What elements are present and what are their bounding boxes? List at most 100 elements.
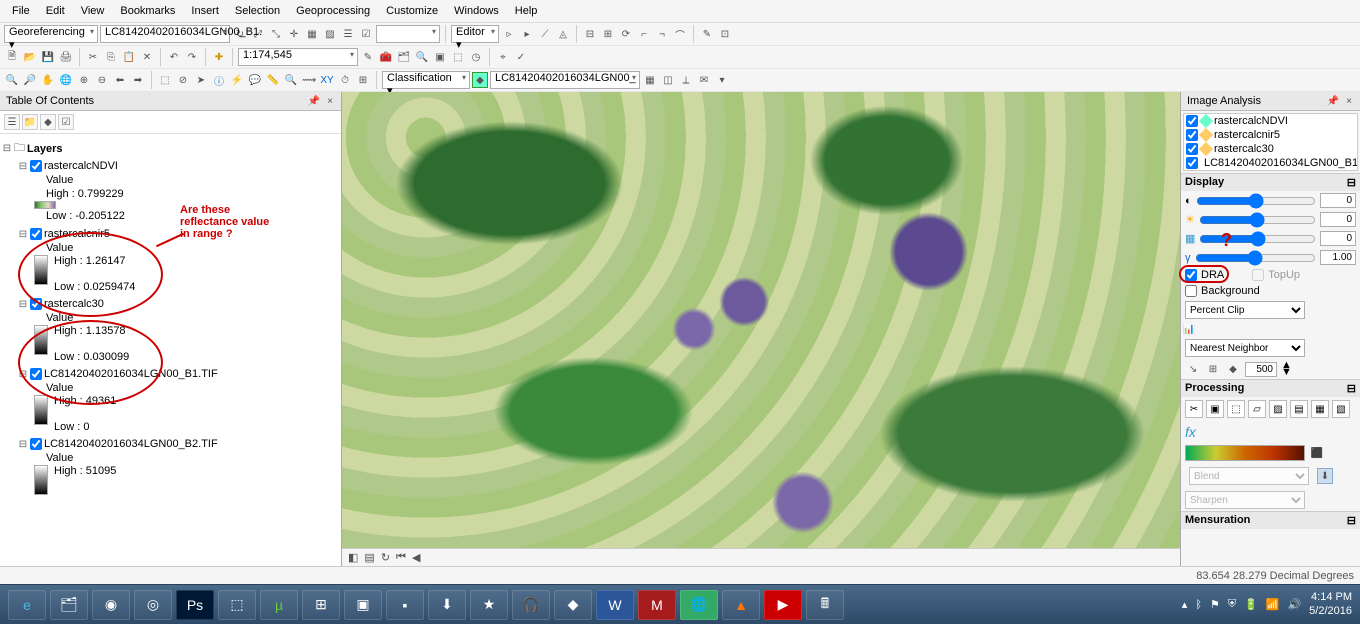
- taskbar-webcam-icon[interactable]: ◎: [134, 590, 172, 620]
- edit-attr-icon[interactable]: ⊡: [717, 26, 733, 42]
- edit-rotate-icon[interactable]: ⟳: [618, 26, 634, 42]
- catalog-icon[interactable]: 🗂: [396, 49, 412, 65]
- map-refresh-icon[interactable]: ↻: [381, 551, 390, 564]
- next-extent-icon[interactable]: ➡: [130, 72, 146, 88]
- find-icon[interactable]: 🔍: [283, 72, 299, 88]
- edit-trim-icon[interactable]: ⌐: [636, 26, 652, 42]
- menu-insert[interactable]: Insert: [183, 2, 227, 20]
- map-canvas[interactable]: [342, 92, 1180, 548]
- full-extent-icon[interactable]: 🌐: [58, 72, 74, 88]
- prev-extent-icon[interactable]: ⬅: [112, 72, 128, 88]
- taskbar-app3-icon[interactable]: ◆: [554, 590, 592, 620]
- paste-icon[interactable]: 📋: [121, 49, 137, 65]
- delete-icon[interactable]: ✕: [139, 49, 155, 65]
- classif-train-icon[interactable]: ◫: [660, 72, 676, 88]
- edit-tool4-icon[interactable]: ◬: [555, 26, 571, 42]
- python-icon[interactable]: ▣: [432, 49, 448, 65]
- expand-l3[interactable]: ⊟: [18, 369, 28, 380]
- filter-icon[interactable]: ▦: [1311, 400, 1329, 418]
- georef-delete-icon[interactable]: ▨: [322, 26, 338, 42]
- ia-layer-1[interactable]: rastercalcnir5: [1214, 129, 1280, 141]
- print-icon[interactable]: 🖨: [58, 49, 74, 65]
- save-icon[interactable]: 💾: [40, 49, 56, 65]
- taskbar-calc-icon[interactable]: 🖩: [806, 590, 844, 620]
- taskbar-utorrent-icon[interactable]: µ: [260, 590, 298, 620]
- layer-name-1[interactable]: rastercalcnir5: [44, 228, 110, 240]
- edit-tool2-icon[interactable]: ▸: [519, 26, 535, 42]
- modelbuilder-icon[interactable]: ⬚: [450, 49, 466, 65]
- fixed-zoom-out-icon[interactable]: ⊖: [94, 72, 110, 88]
- zoom-value[interactable]: 500: [1245, 362, 1277, 377]
- new-icon[interactable]: 🗎: [4, 49, 20, 65]
- layer-name-3[interactable]: LC81420402016034LGN00_B1.TIF: [44, 368, 218, 380]
- menu-view[interactable]: View: [73, 2, 113, 20]
- ia-chk-2[interactable]: [1186, 143, 1198, 155]
- menu-bookmarks[interactable]: Bookmarks: [112, 2, 183, 20]
- accelerate-icon[interactable]: ⊞: [1205, 361, 1221, 377]
- clear-select-icon[interactable]: ⊘: [175, 72, 191, 88]
- review-icon[interactable]: ✓: [513, 49, 529, 65]
- edit-fillet-icon[interactable]: ⌒: [672, 26, 688, 42]
- ia-chk-0[interactable]: [1186, 115, 1198, 127]
- taskbar-cmd-icon[interactable]: ▪: [386, 590, 424, 620]
- mask-icon[interactable]: ▣: [1206, 400, 1224, 418]
- georef-check-icon[interactable]: ☑: [358, 26, 374, 42]
- colormap-swatch[interactable]: [1185, 445, 1305, 461]
- classification-dropdown[interactable]: Classification ▾: [382, 71, 470, 89]
- layer-checkbox-0[interactable]: [30, 160, 42, 172]
- menu-help[interactable]: Help: [507, 2, 546, 20]
- clip-icon[interactable]: ✂: [1185, 400, 1203, 418]
- tray-flag-icon[interactable]: ⚑: [1210, 598, 1220, 611]
- collapse-icon[interactable]: ⊟: [1347, 176, 1356, 189]
- georef-layer-dropdown[interactable]: LC81420402016034LGN00_B1.: [100, 25, 230, 43]
- ia-pin-close[interactable]: 📌 ×: [1327, 96, 1354, 107]
- fx-icon[interactable]: fx: [1185, 424, 1196, 440]
- toc-visibility-icon[interactable]: ◆: [40, 114, 56, 130]
- map-pause-icon[interactable]: ⏮: [396, 551, 406, 564]
- classif-mail-icon[interactable]: ✉: [696, 72, 712, 88]
- difference-icon[interactable]: ▱: [1248, 400, 1266, 418]
- ia-layer-3[interactable]: LC81420402016034LGN00_B1.TIF: [1204, 157, 1358, 169]
- html-popup-icon[interactable]: 💬: [247, 72, 263, 88]
- transparency-slider[interactable]: [1199, 233, 1316, 245]
- pan-icon[interactable]: ✋: [40, 72, 56, 88]
- tray-up-icon[interactable]: ▴: [1182, 598, 1188, 611]
- expand-l0[interactable]: ⊟: [18, 161, 28, 172]
- copy-icon[interactable]: ⎘: [103, 49, 119, 65]
- colormap-btn-icon[interactable]: ⬛: [1309, 445, 1325, 461]
- toolbox-icon[interactable]: 🧰: [378, 49, 394, 65]
- taskbar-vlc-icon[interactable]: ▲: [722, 590, 760, 620]
- toc-source-icon[interactable]: 📁: [22, 114, 38, 130]
- layer-name-4[interactable]: LC81420402016034LGN00_B2.TIF: [44, 438, 218, 450]
- layer-name-0[interactable]: rastercalcNDVI: [44, 160, 118, 172]
- contrast-value[interactable]: 0: [1320, 212, 1356, 227]
- pansharpen-icon[interactable]: ⬇: [1317, 468, 1333, 484]
- geocode-icon[interactable]: ⌖: [495, 49, 511, 65]
- edit-merge-icon[interactable]: ⊞: [600, 26, 616, 42]
- taskbar-ie-icon[interactable]: e: [8, 590, 46, 620]
- classif-arrow-icon[interactable]: ▾: [714, 72, 730, 88]
- menu-customize[interactable]: Customize: [378, 2, 446, 20]
- taskbar-windows-icon[interactable]: ⊞: [302, 590, 340, 620]
- expand-root[interactable]: ⊟: [2, 143, 12, 154]
- editor-tools-icon[interactable]: ✎: [360, 49, 376, 65]
- viewer-icon[interactable]: ⊞: [355, 72, 371, 88]
- layer-checkbox-1[interactable]: [30, 228, 42, 240]
- menu-edit[interactable]: Edit: [38, 2, 73, 20]
- taskbar-media-icon[interactable]: ★: [470, 590, 508, 620]
- toc-tree[interactable]: Are thesereflectance valuein range ? ⊟🗀L…: [0, 134, 341, 566]
- georef-table-icon[interactable]: ☰: [340, 26, 356, 42]
- georef-link-icon[interactable]: ▦: [304, 26, 320, 42]
- gamma-value[interactable]: 1.00: [1320, 250, 1356, 265]
- taskbar-app1-icon[interactable]: ⬚: [218, 590, 256, 620]
- zoom-out-icon[interactable]: 🔎: [22, 72, 38, 88]
- georef-empty-dropdown[interactable]: [376, 25, 440, 43]
- findroute-icon[interactable]: ⟿: [301, 72, 317, 88]
- edit-tool3-icon[interactable]: ⟋: [537, 26, 553, 42]
- undo-icon[interactable]: ↶: [166, 49, 182, 65]
- edit-extend-icon[interactable]: ¬: [654, 26, 670, 42]
- tray-volume-icon[interactable]: 🔊: [1287, 598, 1301, 611]
- georef-addpt-icon[interactable]: ✛: [286, 26, 302, 42]
- layer-name-2[interactable]: rastercalc30: [44, 298, 104, 310]
- menu-file[interactable]: File: [4, 2, 38, 20]
